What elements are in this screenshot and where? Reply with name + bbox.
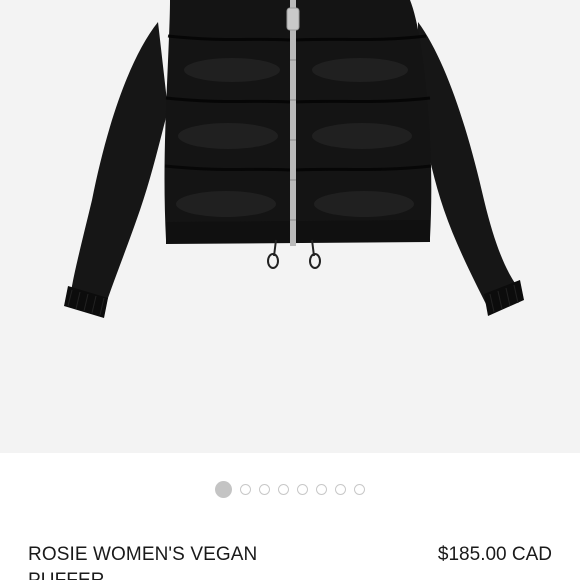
product-info: ROSIE WOMEN'S VEGAN PUFFER $185.00 CAD (28, 542, 552, 580)
puffer-jacket-image (64, 0, 524, 318)
image-carousel-dots (0, 476, 580, 502)
carousel-dot-3[interactable] (259, 483, 270, 495)
carousel-dot-1[interactable] (215, 480, 232, 498)
carousel-dot-6[interactable] (316, 483, 327, 495)
carousel-dot-7[interactable] (335, 483, 346, 495)
product-image[interactable] (0, 0, 580, 453)
carousel-dot-5[interactable] (297, 483, 308, 495)
product-price: $185.00 CAD (437, 544, 552, 565)
carousel-dot-2[interactable] (240, 483, 251, 495)
product-title: ROSIE WOMEN'S VEGAN PUFFER (28, 544, 258, 580)
product-page: ROSIE WOMEN'S VEGAN PUFFER $185.00 CAD (0, 0, 580, 580)
carousel-dot-8[interactable] (354, 483, 365, 495)
carousel-dot-4[interactable] (278, 483, 289, 495)
